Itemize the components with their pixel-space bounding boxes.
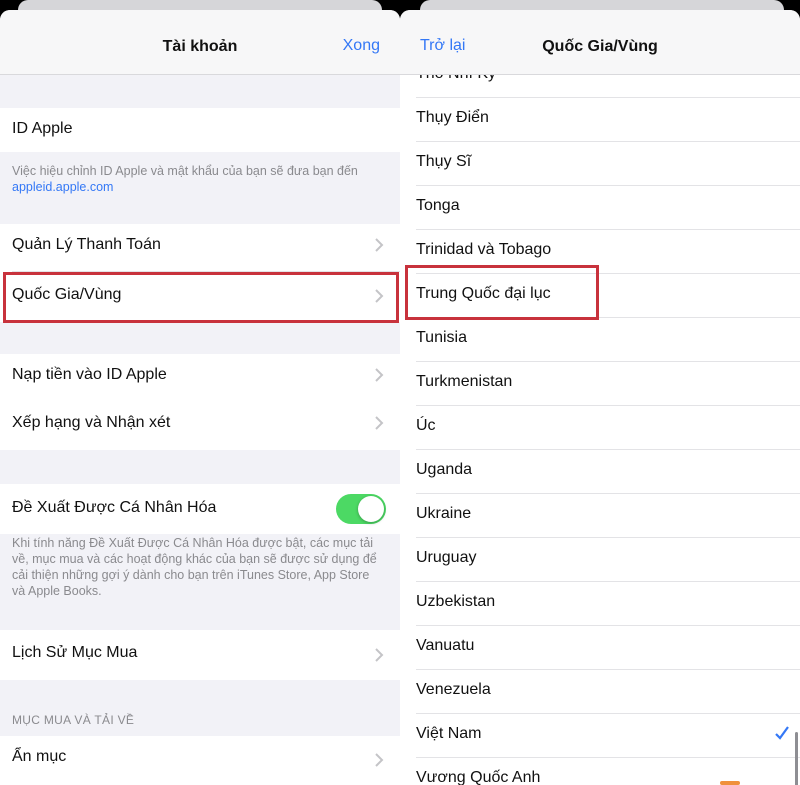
- chevron-right-icon: [375, 648, 384, 662]
- chevron-right-icon: [375, 368, 384, 382]
- country-row[interactable]: Venezuela: [400, 670, 800, 714]
- toggle-knob: [358, 496, 384, 522]
- country-row[interactable]: Vanuatu: [400, 626, 800, 670]
- personalized-note: Khi tính năng Đề Xuất Được Cá Nhân Hóa đ…: [12, 536, 377, 598]
- chevron-right-icon: [375, 416, 384, 430]
- purchase-history-row[interactable]: Lịch Sử Mục Mua: [0, 630, 400, 680]
- personalized-row: Đề Xuất Được Cá Nhân Hóa: [0, 484, 400, 534]
- country-row[interactable]: Úc: [400, 406, 800, 450]
- funds-group: Nạp tiền vào ID Apple Xếp hạng và Nhận x…: [0, 354, 400, 450]
- checkmark-icon: [775, 726, 789, 740]
- selected-country-highlight: [405, 265, 599, 320]
- downloads-section-header: MỤC MUA VÀ TẢI VỀ: [12, 713, 135, 727]
- country-list: Thổ Nhĩ KỳThụy ĐiểnThụy SĩTongaTrinidad …: [400, 65, 800, 785]
- apple-id-group: ID Apple: [0, 108, 400, 152]
- payment-label: Quản Lý Thanh Toán: [12, 236, 161, 253]
- country-row[interactable]: Vương Quốc Anh: [400, 758, 800, 785]
- apple-id-label: ID Apple: [12, 120, 73, 137]
- country-name: Thụy Điển: [416, 109, 489, 126]
- country-name: Vanuatu: [416, 637, 475, 654]
- personalized-group: Đề Xuất Được Cá Nhân Hóa: [0, 484, 400, 534]
- country-row[interactable]: Uruguay: [400, 538, 800, 582]
- personalized-toggle[interactable]: [336, 494, 386, 524]
- country-name: Turkmenistan: [416, 373, 513, 390]
- apple-id-note-text: Việc hiệu chỉnh ID Apple và mật khẩu của…: [12, 164, 358, 178]
- country-name: Việt Nam: [416, 725, 482, 742]
- ratings-row[interactable]: Xếp hạng và Nhận xét: [0, 402, 400, 450]
- country-row[interactable]: Thụy Điển: [400, 98, 800, 142]
- country-row[interactable]: Turkmenistan: [400, 362, 800, 406]
- account-nav-bar: Tài khoản Xong: [0, 10, 400, 75]
- country-row[interactable]: Uzbekistan: [400, 582, 800, 626]
- country-name: Uruguay: [416, 549, 477, 566]
- country-name: Úc: [416, 417, 436, 434]
- country-name: Thụy Sĩ: [416, 153, 472, 170]
- purchase-history-group: Lịch Sử Mục Mua: [0, 630, 400, 680]
- chevron-right-icon: [375, 753, 384, 767]
- downloads-group: Ẩn mục: [0, 736, 400, 785]
- page-title: Quốc Gia/Vùng: [542, 38, 658, 55]
- country-row[interactable]: Thụy Sĩ: [400, 142, 800, 186]
- hidden-purchases-row[interactable]: Ẩn mục: [0, 736, 400, 785]
- country-name: Vương Quốc Anh: [416, 769, 541, 785]
- country-row[interactable]: Tonga: [400, 186, 800, 230]
- country-row[interactable]: Uganda: [400, 450, 800, 494]
- country-name: Uzbekistan: [416, 593, 496, 610]
- country-sheet: Thổ Nhĩ KỳThụy ĐiểnThụy SĩTongaTrinidad …: [400, 10, 800, 785]
- country-name: Tonga: [416, 197, 460, 214]
- scrollbar[interactable]: [795, 732, 798, 785]
- done-button[interactable]: Xong: [343, 37, 380, 55]
- country-name: Trinidad và Tobago: [416, 241, 552, 258]
- country-region-screen: Thổ Nhĩ KỳThụy ĐiểnThụy SĩTongaTrinidad …: [400, 0, 800, 785]
- apple-id-row[interactable]: ID Apple: [0, 108, 400, 152]
- account-screen: Tài khoản Xong ID Apple Việc hiệu chỉnh …: [0, 0, 400, 785]
- country-row[interactable]: Ukraine: [400, 494, 800, 538]
- decorative-mark: [720, 781, 740, 785]
- hidden-purchases-label: Ẩn mục: [12, 748, 67, 765]
- country-row[interactable]: Việt Nam: [400, 714, 800, 758]
- ratings-label: Xếp hạng và Nhận xét: [12, 414, 171, 431]
- country-row[interactable]: Tunisia: [400, 318, 800, 362]
- country-nav-bar: Trở lại Quốc Gia/Vùng: [400, 10, 800, 75]
- add-funds-label: Nạp tiền vào ID Apple: [12, 366, 167, 383]
- page-title: Tài khoản: [162, 38, 238, 55]
- purchase-history-label: Lịch Sử Mục Mua: [12, 644, 138, 661]
- personalized-label: Đề Xuất Được Cá Nhân Hóa: [12, 499, 217, 516]
- appleid-link[interactable]: appleid.apple.com: [12, 180, 113, 194]
- apple-id-note: Việc hiệu chỉnh ID Apple và mật khẩu của…: [12, 163, 384, 195]
- country-name: Tunisia: [416, 329, 467, 346]
- add-funds-row[interactable]: Nạp tiền vào ID Apple: [0, 354, 400, 402]
- country-name: Venezuela: [416, 681, 491, 698]
- country-name: Ukraine: [416, 505, 472, 522]
- account-sheet: Tài khoản Xong ID Apple Việc hiệu chỉnh …: [0, 10, 400, 785]
- payment-row[interactable]: Quản Lý Thanh Toán: [0, 224, 400, 272]
- country-region-highlight: [3, 272, 399, 323]
- country-name: Uganda: [416, 461, 473, 478]
- chevron-right-icon: [375, 238, 384, 252]
